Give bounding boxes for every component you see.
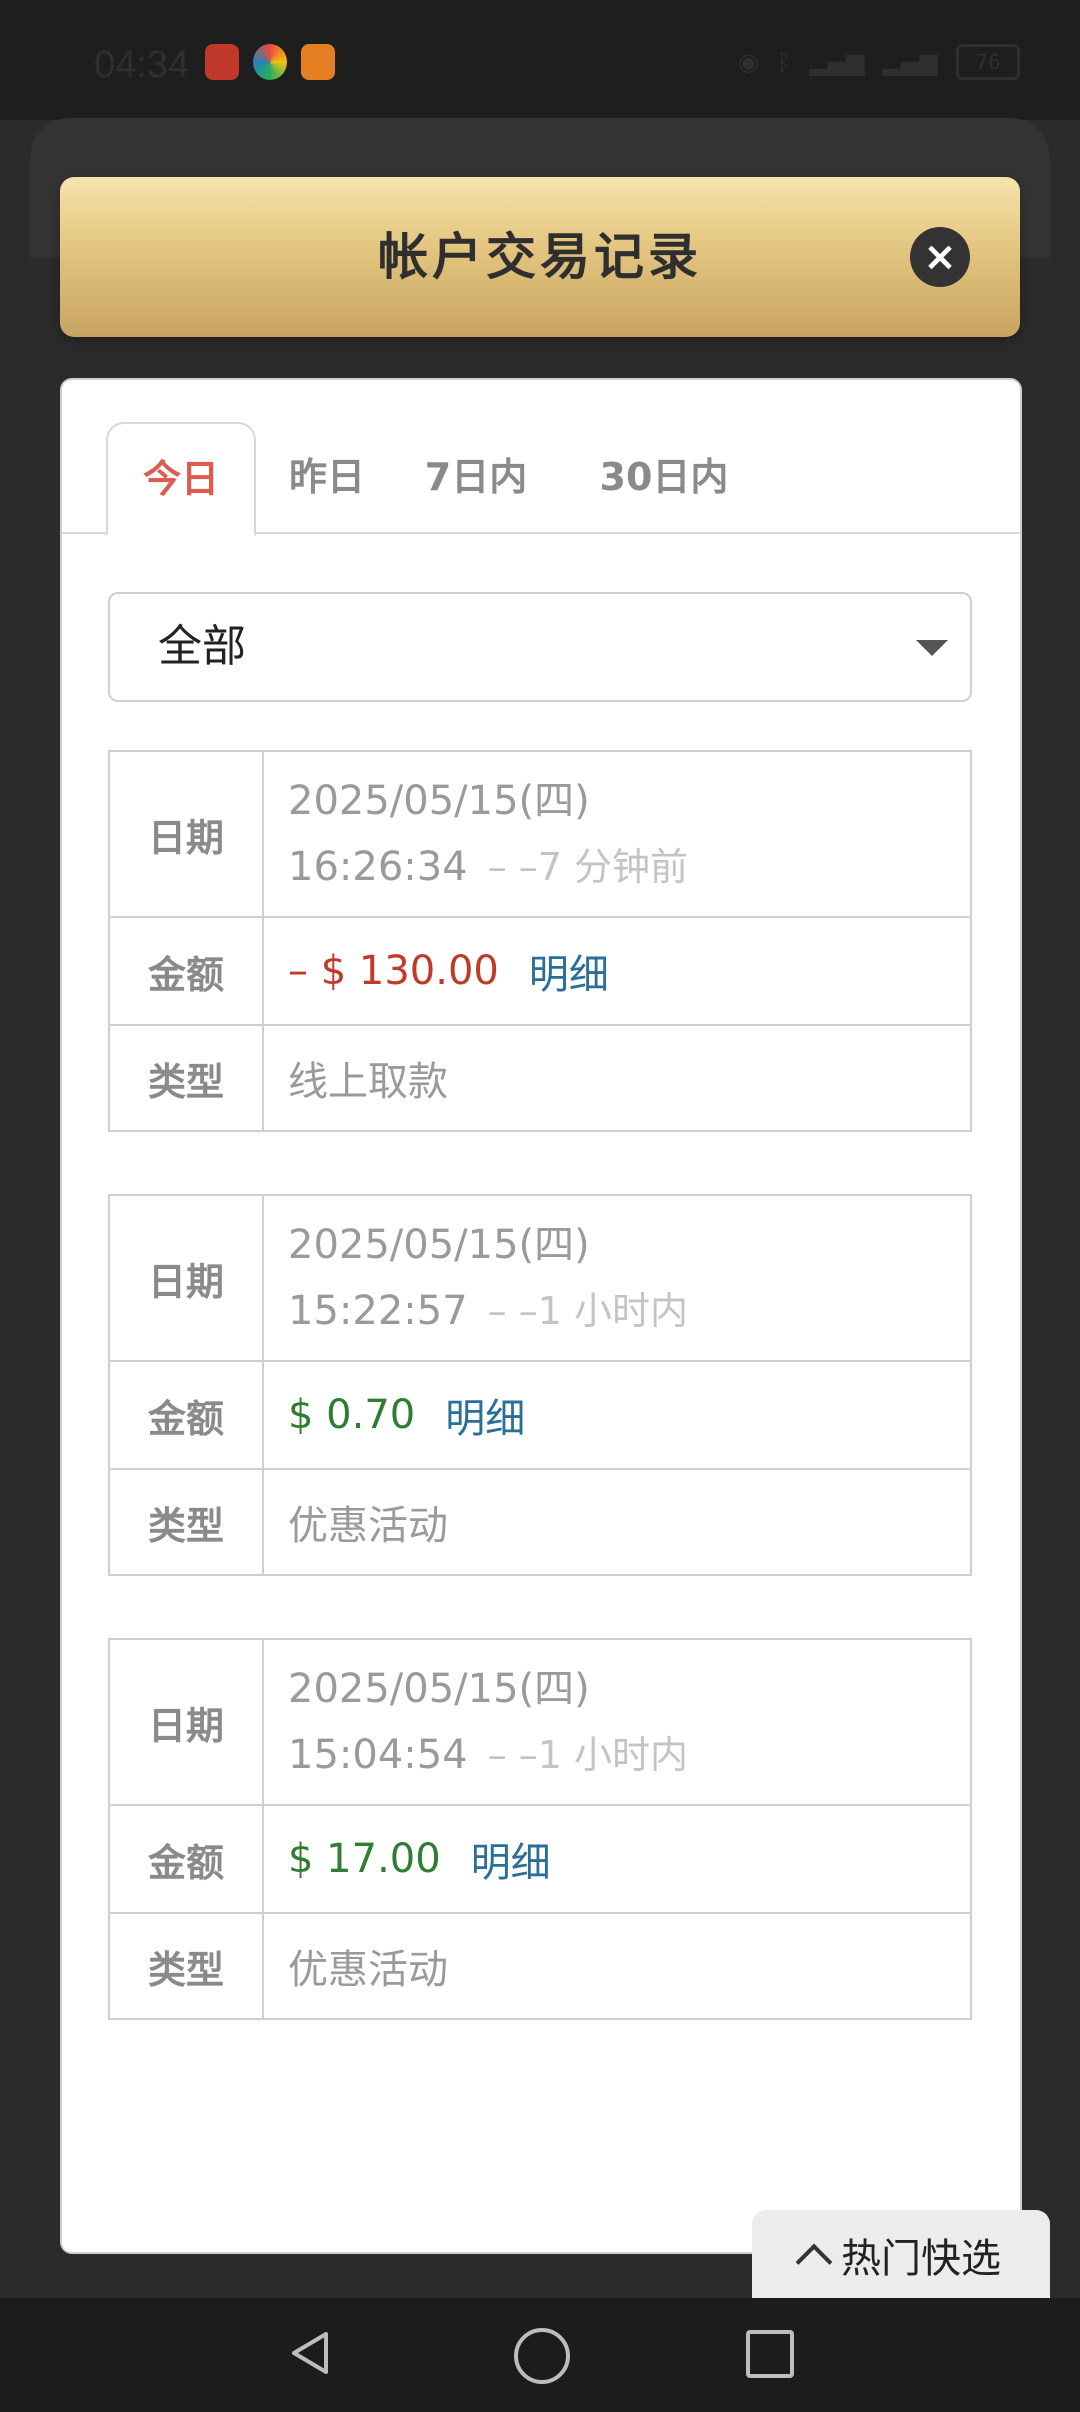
status-app-icons <box>205 44 335 80</box>
record-amount: – $ 130.00 <box>288 948 499 994</box>
close-icon: × <box>923 234 957 280</box>
record-time-ago: – –1 小时内 <box>487 1289 688 1333</box>
record-time: 16:26:34 <box>288 844 468 890</box>
detail-link[interactable]: 明细 <box>445 1386 525 1444</box>
hot-quick-select-button[interactable]: 热门快选 <box>752 2210 1050 2300</box>
home-icon[interactable] <box>514 2328 570 2384</box>
type-label: 类型 <box>110 1914 264 2018</box>
eye-icon: ◉ <box>737 48 759 76</box>
status-bar: 04:34 ◉ ᛒ ▂▄▆ ▂▄▆ 76 <box>0 0 1080 120</box>
amount-label: 金额 <box>110 1806 264 1912</box>
type-filter-select[interactable]: 全部 <box>108 592 972 702</box>
date-label: 日期 <box>110 752 264 916</box>
date-value: 2025/05/15(四) 15:22:57 – –1 小时内 <box>264 1196 970 1360</box>
record-type-text: 线上取款 <box>288 1059 448 1105</box>
record-date-row: 日期 2025/05/15(四) 16:26:34 – –7 分钟前 <box>110 752 970 918</box>
tab-yesterday[interactable]: 昨日 <box>262 422 392 532</box>
amount-label: 金额 <box>110 1362 264 1468</box>
record-type-row: 类型 线上取款 <box>110 1026 970 1130</box>
record-type: 优惠活动 <box>264 1914 970 2018</box>
date-value: 2025/05/15(四) 15:04:54 – –1 小时内 <box>264 1640 970 1804</box>
amount-value: $ 17.00 明细 <box>264 1806 970 1912</box>
record-time-ago: – –1 小时内 <box>487 1733 688 1777</box>
date-label: 日期 <box>110 1640 264 1804</box>
screen: 04:34 ◉ ᛒ ▂▄▆ ▂▄▆ 76 帐户交易记录 × 今日 昨日 7日内 … <box>0 0 1080 2412</box>
record-date-row: 日期 2025/05/15(四) 15:04:54 – –1 小时内 <box>110 1640 970 1806</box>
app-notification-icon <box>301 44 335 80</box>
record-amount-row: 金额 – $ 130.00 明细 <box>110 918 970 1026</box>
tab-today[interactable]: 今日 <box>106 422 256 536</box>
amount-value: – $ 130.00 明细 <box>264 918 970 1024</box>
record-time-line: 15:04:54 – –1 小时内 <box>288 1722 970 1788</box>
type-label: 类型 <box>110 1026 264 1130</box>
transaction-record: 日期 2025/05/15(四) 15:22:57 – –1 小时内 金额 $ … <box>108 1194 972 1576</box>
transaction-record: 日期 2025/05/15(四) 15:04:54 – –1 小时内 金额 $ … <box>108 1638 972 2020</box>
amount-label: 金额 <box>110 918 264 1024</box>
record-amount: $ 17.00 <box>288 1836 441 1882</box>
type-filter-value: 全部 <box>158 621 246 672</box>
period-tabs: 今日 昨日 7日内 30日内 <box>62 380 1020 536</box>
recent-apps-icon[interactable] <box>746 2330 794 2378</box>
signal-icon: ▂▄▆ <box>809 48 865 76</box>
record-date: 2025/05/15(四) <box>288 778 590 824</box>
transaction-card: 今日 昨日 7日内 30日内 全部 日期 2025/05/15(四) 16:26… <box>60 378 1022 2254</box>
record-time: 15:22:57 <box>288 1288 468 1334</box>
battery-icon: 76 <box>956 44 1020 80</box>
signal-icon: ▂▄▆ <box>882 48 938 76</box>
record-type-row: 类型 优惠活动 <box>110 1914 970 2018</box>
system-nav-bar <box>0 2298 1080 2412</box>
record-type-row: 类型 优惠活动 <box>110 1470 970 1574</box>
record-date: 2025/05/15(四) <box>288 1222 590 1268</box>
record-amount: $ 0.70 <box>288 1392 416 1438</box>
back-icon[interactable] <box>286 2328 336 2378</box>
record-time-line: 16:26:34 – –7 分钟前 <box>288 834 970 900</box>
record-date-row: 日期 2025/05/15(四) 15:22:57 – –1 小时内 <box>110 1196 970 1362</box>
record-time-ago: – –7 分钟前 <box>487 845 688 889</box>
tab-30-days[interactable]: 30日内 <box>574 422 754 532</box>
status-indicators: ◉ ᛒ ▂▄▆ ▂▄▆ 76 <box>738 44 1020 80</box>
record-amount-row: 金额 $ 17.00 明细 <box>110 1806 970 1914</box>
record-type: 线上取款 <box>264 1026 970 1130</box>
date-value: 2025/05/15(四) 16:26:34 – –7 分钟前 <box>264 752 970 916</box>
detail-link[interactable]: 明细 <box>471 1830 551 1888</box>
dialog-title: 帐户交易记录 <box>378 228 702 286</box>
tab-7-days[interactable]: 7日内 <box>406 422 546 532</box>
chevron-down-icon <box>916 640 948 656</box>
record-type-text: 优惠活动 <box>288 1503 448 1549</box>
bluetooth-icon: ᛒ <box>776 48 792 76</box>
chevron-up-icon <box>795 2243 833 2281</box>
record-time-line: 15:22:57 – –1 小时内 <box>288 1278 970 1344</box>
record-type: 优惠活动 <box>264 1470 970 1574</box>
dialog-header: 帐户交易记录 × <box>60 177 1020 337</box>
app-notification-icon <box>205 44 239 80</box>
record-time: 15:04:54 <box>288 1732 468 1778</box>
amount-value: $ 0.70 明细 <box>264 1362 970 1468</box>
record-amount-row: 金额 $ 0.70 明细 <box>110 1362 970 1470</box>
transaction-record: 日期 2025/05/15(四) 16:26:34 – –7 分钟前 金额 – … <box>108 750 972 1132</box>
record-date: 2025/05/15(四) <box>288 1666 590 1712</box>
type-label: 类型 <box>110 1470 264 1574</box>
app-notification-icon <box>253 44 287 80</box>
record-type-text: 优惠活动 <box>288 1947 448 1993</box>
status-time: 04:34 <box>94 44 190 86</box>
detail-link[interactable]: 明细 <box>529 942 609 1000</box>
close-button[interactable]: × <box>910 227 970 287</box>
hot-quick-select-label: 热门快选 <box>841 2236 1001 2282</box>
date-label: 日期 <box>110 1196 264 1360</box>
